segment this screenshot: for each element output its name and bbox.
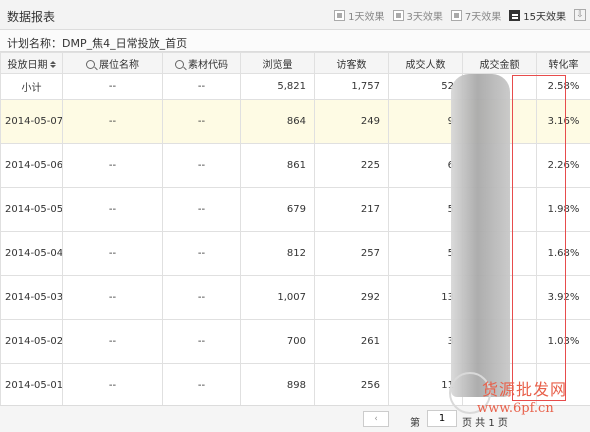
cell-views: 864 bbox=[240, 99, 315, 144]
tab-3-day[interactable]: 3天效果 bbox=[392, 8, 443, 23]
tab-7-day[interactable]: 7天效果 bbox=[450, 8, 502, 23]
cell-material: -- bbox=[162, 187, 241, 232]
cell-visitors: 292 bbox=[314, 275, 389, 320]
page-input[interactable] bbox=[427, 410, 457, 427]
download-icon[interactable]: ⇩ bbox=[574, 9, 586, 21]
cell-views: 700 bbox=[240, 319, 315, 364]
tab-label: 7天效果 bbox=[464, 11, 502, 23]
col-rate[interactable]: 转化率 bbox=[536, 52, 590, 74]
report-title: 数据报表 bbox=[7, 10, 56, 24]
tab-1-day[interactable]: 1天效果 bbox=[334, 8, 385, 23]
cell-rate bbox=[536, 363, 590, 408]
cell-visitors: 257 bbox=[314, 231, 389, 276]
page-total: 页 共 1 页 bbox=[462, 418, 508, 429]
pagination: ‹ 第 页 共 1 页 bbox=[0, 405, 590, 432]
cell-rate: 1.68% bbox=[536, 231, 590, 276]
cell-views: 812 bbox=[240, 231, 315, 276]
square-icon bbox=[450, 9, 462, 21]
cell-material: -- bbox=[162, 319, 241, 364]
prev-page-button[interactable]: ‹ bbox=[363, 411, 389, 427]
tab-label: 1天效果 bbox=[348, 11, 385, 23]
cell-visitors: 261 bbox=[314, 319, 389, 364]
cell-slot: -- bbox=[62, 231, 163, 276]
cell-views: 1,007 bbox=[240, 275, 315, 320]
cell-rate: 1.98% bbox=[536, 187, 590, 232]
cell-material: -- bbox=[162, 231, 241, 276]
cell-date: 2014-05-04 bbox=[0, 231, 63, 276]
cell-slot: -- bbox=[62, 275, 163, 320]
list-icon bbox=[509, 9, 521, 21]
search-icon[interactable] bbox=[175, 59, 184, 69]
col-buyers[interactable]: 成交人数 bbox=[388, 52, 463, 74]
cell-slot: -- bbox=[62, 363, 163, 408]
col-material[interactable]: 素材代码 bbox=[162, 52, 241, 74]
cell-views: 861 bbox=[240, 143, 315, 188]
cell-visitors: 256 bbox=[314, 363, 389, 408]
search-icon[interactable] bbox=[86, 59, 95, 69]
col-slot[interactable]: 展位名称 bbox=[62, 52, 163, 74]
cell-material: -- bbox=[162, 143, 241, 188]
tab-label: 15天效果 bbox=[523, 11, 566, 23]
plan-name: 计划名称：DMP_焦4_日常投放_首页 bbox=[0, 30, 590, 52]
cell-date: 2014-05-07 bbox=[0, 99, 63, 144]
tab-label: 3天效果 bbox=[406, 11, 443, 23]
col-date[interactable]: 投放日期 bbox=[0, 52, 63, 74]
cell-date: 2014-05-06 bbox=[0, 143, 63, 188]
cell-visitors: 217 bbox=[314, 187, 389, 232]
tab-15-day[interactable]: 15天效果 bbox=[509, 8, 566, 23]
cell-visitors: 249 bbox=[314, 99, 389, 144]
square-icon bbox=[334, 9, 346, 21]
cell-material: -- bbox=[162, 275, 241, 320]
cell-slot: -- bbox=[62, 187, 163, 232]
cell-material: -- bbox=[162, 363, 241, 408]
effect-tabs: 1天效果 3天效果 7天效果 15天效果 ⇩ bbox=[334, 0, 590, 30]
cell-slot: -- bbox=[62, 319, 163, 364]
cell-date: 2014-05-02 bbox=[0, 319, 63, 364]
cell-rate: 1.03% bbox=[536, 319, 590, 364]
cell-rate: 2.26% bbox=[536, 143, 590, 188]
report-header: 数据报表 1天效果 3天效果 7天效果 15天效果 ⇩ bbox=[0, 0, 590, 30]
cell-views: 898 bbox=[240, 363, 315, 408]
cell-date: 2014-05-03 bbox=[0, 275, 63, 320]
cell-slot: -- bbox=[62, 143, 163, 188]
cell-visitors: 225 bbox=[314, 143, 389, 188]
cell-slot: -- bbox=[62, 99, 163, 144]
cell-views: 679 bbox=[240, 187, 315, 232]
cell-material: -- bbox=[162, 99, 241, 144]
sort-icon[interactable] bbox=[49, 61, 56, 68]
square-icon bbox=[392, 9, 404, 21]
cell-rate: 3.92% bbox=[536, 275, 590, 320]
redaction-smear bbox=[451, 74, 510, 397]
cell-rate: 3.16% bbox=[536, 99, 590, 144]
col-visitors[interactable]: 访客数 bbox=[314, 52, 389, 74]
cell-date: 2014-05-05 bbox=[0, 187, 63, 232]
cell-date: 2014-05-01 bbox=[0, 363, 63, 408]
page-prefix: 第 bbox=[410, 418, 420, 429]
col-amount[interactable]: 成交金额 bbox=[462, 52, 537, 74]
col-views[interactable]: 浏览量 bbox=[240, 52, 315, 74]
